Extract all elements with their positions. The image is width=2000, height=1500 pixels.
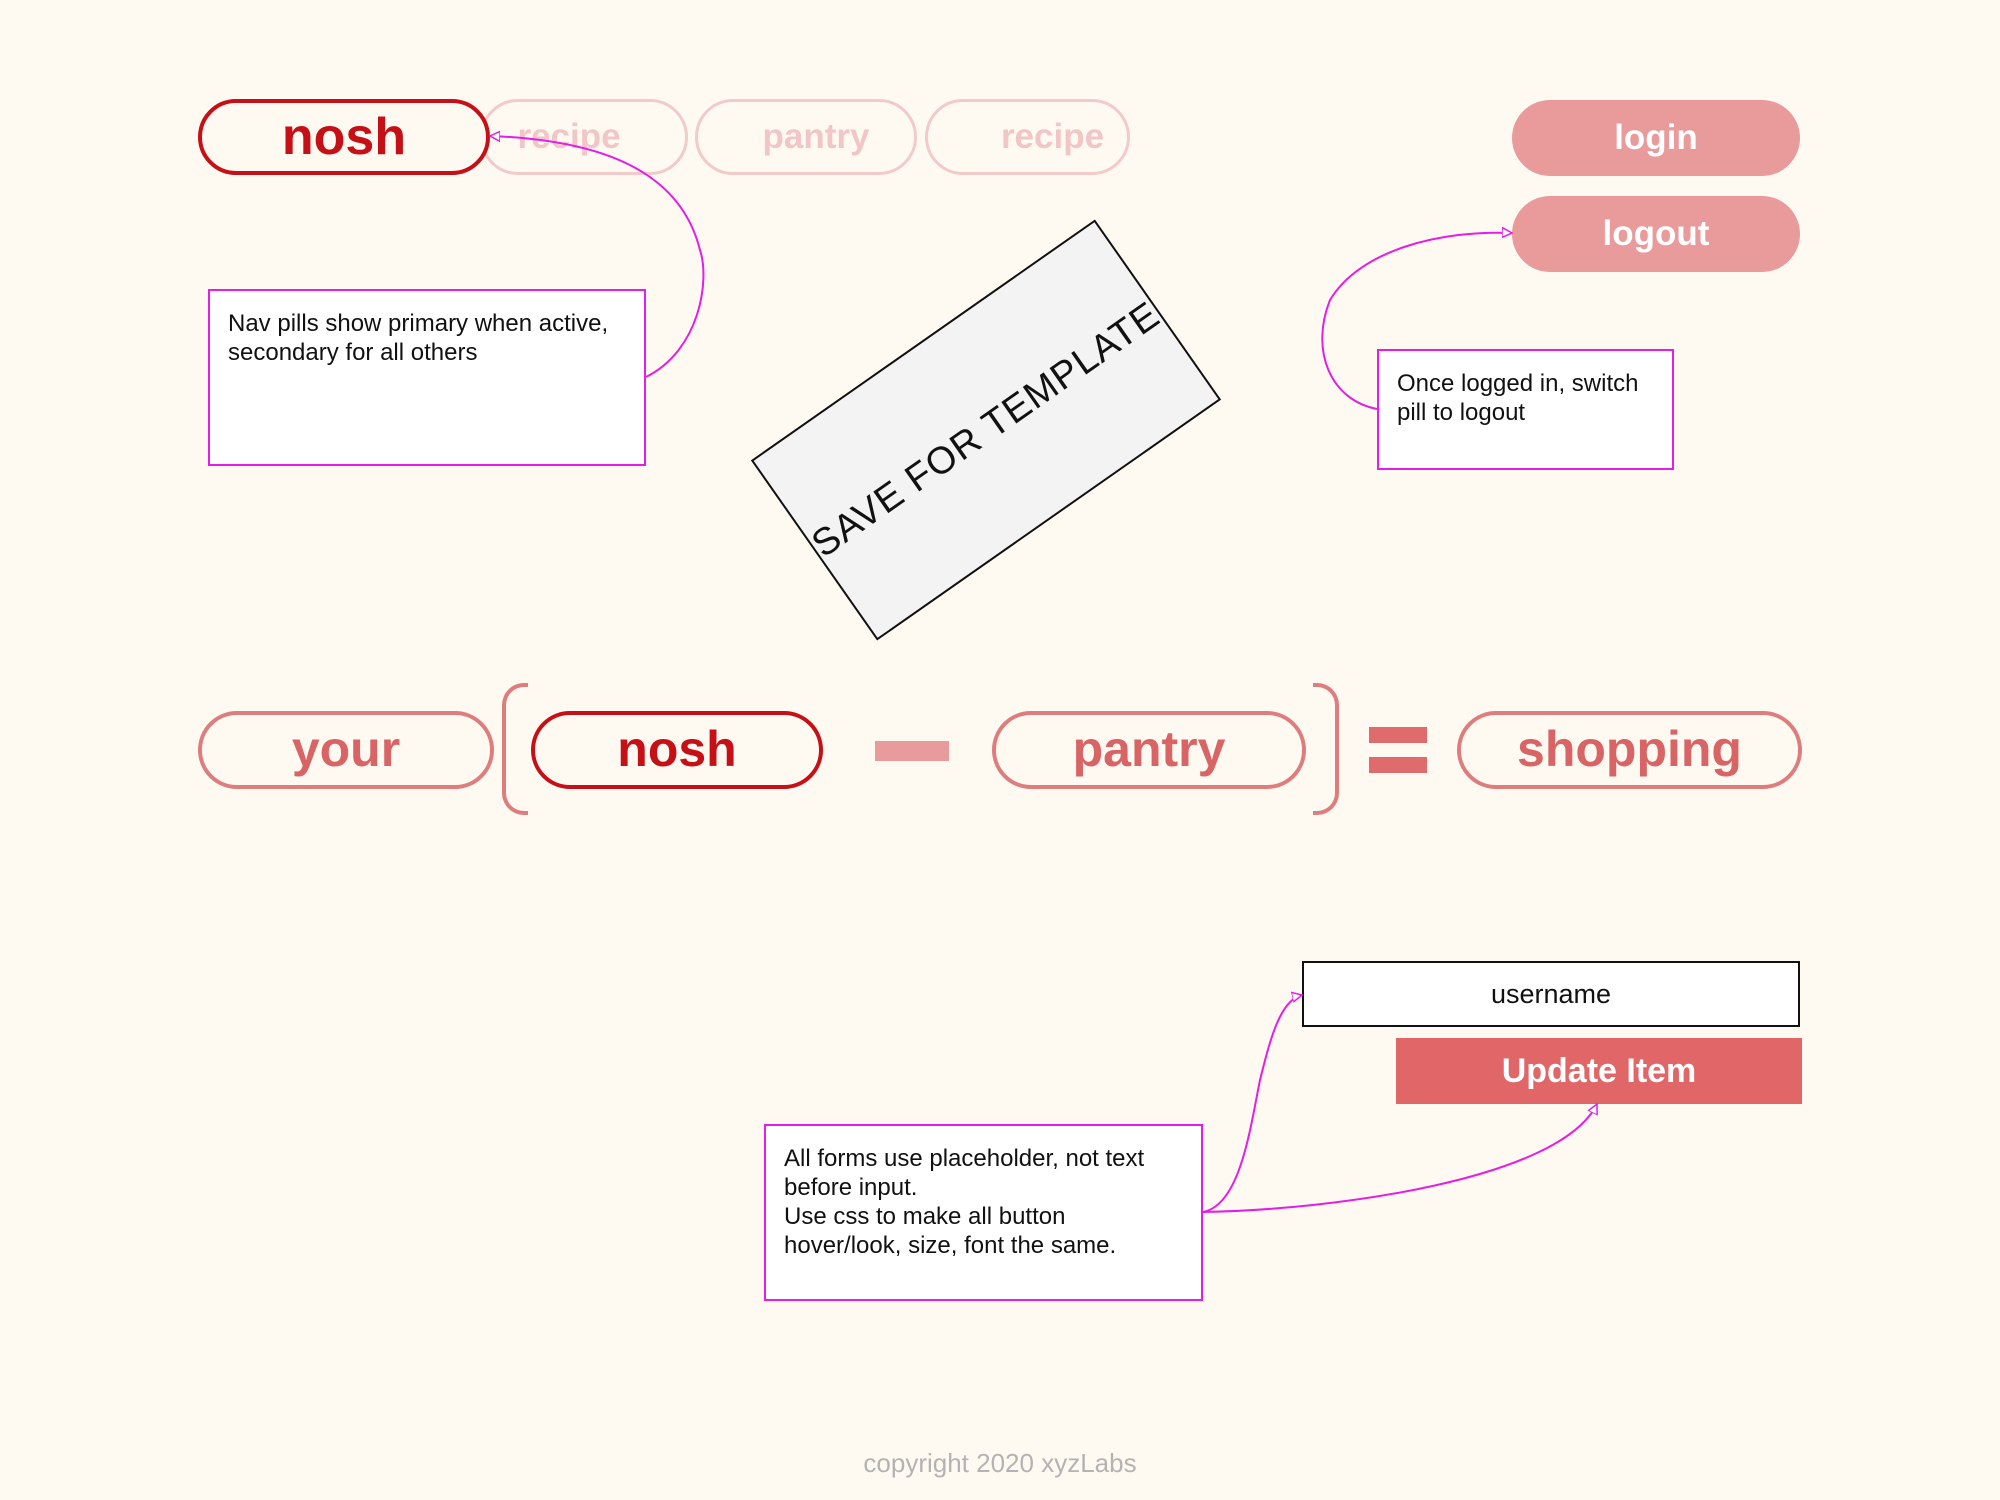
note-line: Nav pills show primary when active, [228,310,609,337]
equation-pill-your[interactable]: your [198,711,494,789]
nav-pill-label: recipe [517,117,621,156]
note-line: secondary for all others [228,339,478,366]
note-line: before input. [784,1174,918,1201]
equation-pill-shopping[interactable]: shopping [1457,711,1802,789]
bracket-right [1313,683,1339,815]
note-forms: All forms use placeholder, not text befo… [764,1124,1203,1301]
update-item-button[interactable]: Update Item [1396,1038,1802,1104]
nav-pill-label: pantry [762,117,870,156]
note-logout: Once logged in, switch pill to logout [1377,349,1674,470]
nav-pill-recipe[interactable]: recipe [480,99,688,175]
nav-pill-recipe-2[interactable]: recipe [925,99,1130,175]
arrow-form-input [1202,995,1302,1213]
equation-label: shopping [1517,721,1742,777]
note-nav-pills: Nav pills show primary when active, seco… [208,289,646,466]
note-line: hover/look, size, font the same. [784,1232,1117,1259]
copyright-footer: copyright 2020 xyzLabs [863,1448,1137,1478]
note-line: Once logged in, switch [1397,370,1639,397]
logout-button[interactable]: logout [1512,196,1800,272]
username-input[interactable] [1302,961,1800,1027]
save-for-template-stamp: SAVE FOR TEMPLATE [750,219,1222,641]
equation-label: pantry [1072,721,1226,777]
bracket-left [502,683,528,815]
equation-pill-pantry[interactable]: pantry [992,711,1306,789]
equation-label: nosh [617,721,737,777]
arrow-form-button [1202,1104,1598,1213]
note-line: All forms use placeholder, not text [784,1145,1145,1172]
nav-pill-label: nosh [281,108,407,166]
login-button[interactable]: login [1512,100,1800,176]
equation-label: your [291,721,401,777]
nav-pill-label: recipe [1000,117,1105,156]
equals-sign [1369,727,1427,775]
login-label: login [1614,118,1698,157]
minus-sign [875,741,949,761]
equation-pill-nosh[interactable]: nosh [531,711,823,789]
note-line: pill to logout [1397,399,1526,426]
logout-label: logout [1602,214,1710,253]
nav-pill-nosh-active[interactable]: nosh [198,99,490,175]
note-line: Use css to make all button [784,1203,1066,1230]
nav-pill-pantry[interactable]: pantry [695,99,917,175]
stamp-label: SAVE FOR TEMPLATE [804,293,1168,566]
